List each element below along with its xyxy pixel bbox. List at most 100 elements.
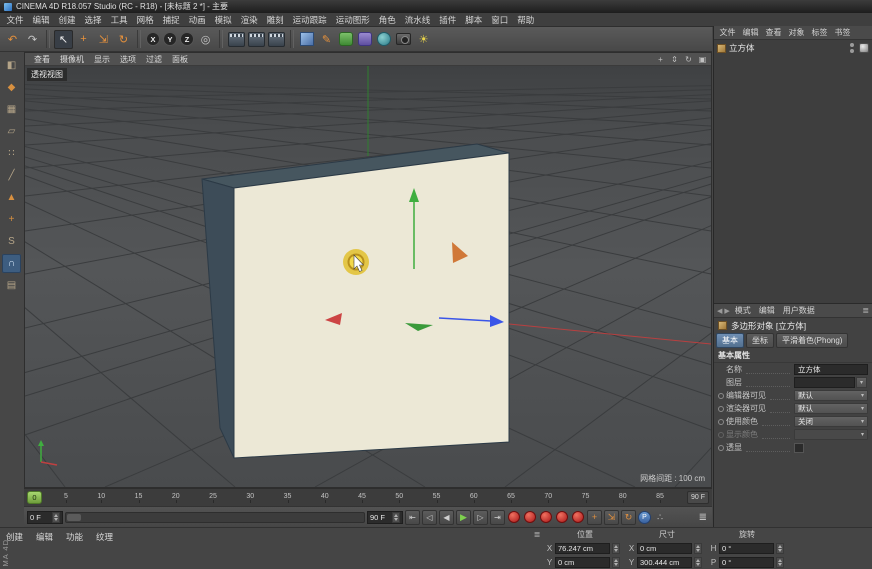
snap-toggle-button[interactable]: ∩ — [2, 254, 21, 273]
spinner-icon[interactable] — [612, 557, 620, 568]
rotation-h-input[interactable]: 0 ° — [719, 543, 774, 554]
position-y-input[interactable]: 0 cm — [555, 557, 610, 568]
phong-tag-icon[interactable] — [859, 43, 869, 53]
size-y-input[interactable]: 300.444 cm — [637, 557, 692, 568]
rotate-view-icon[interactable]: ↻ — [683, 55, 694, 64]
size-x-input[interactable]: 0 cm — [637, 543, 692, 554]
spinner-icon[interactable] — [52, 512, 60, 523]
vp-menu-view[interactable]: 查看 — [29, 54, 55, 65]
timeline-range-slider[interactable] — [65, 512, 365, 523]
spinner-icon[interactable] — [776, 557, 784, 568]
material-menu-edit[interactable]: 编辑 — [36, 531, 53, 543]
am-tab-edit[interactable]: 编辑 — [756, 305, 778, 316]
keyframe-dot-icon[interactable] — [718, 406, 724, 412]
solo-toggle-button[interactable]: S — [2, 232, 21, 251]
use-color-dropdown[interactable]: 关闭 ▾ — [794, 416, 868, 427]
am-menu-icon[interactable]: ≣ — [862, 306, 869, 315]
animate-position-toggle[interactable]: + — [587, 510, 602, 525]
axis-mode-button[interactable]: + — [2, 210, 21, 229]
am-tab-mode[interactable]: 模式 — [732, 305, 754, 316]
om-tab-bookmarks[interactable]: 书签 — [831, 27, 854, 38]
menu-window[interactable]: 窗口 — [487, 14, 513, 26]
om-tab-edit[interactable]: 编辑 — [739, 27, 762, 38]
menu-select[interactable]: 选择 — [80, 14, 106, 26]
record-keyframe-button[interactable] — [508, 511, 520, 523]
renderer-visibility-dropdown[interactable]: 默认 ▾ — [794, 403, 868, 414]
anim-options-button[interactable]: ≣ — [699, 512, 709, 523]
coordinate-system-button[interactable]: ◎ — [196, 30, 215, 49]
vp-menu-panel[interactable]: 面板 — [167, 54, 193, 65]
menu-simulate[interactable]: 模拟 — [210, 14, 236, 26]
material-menu-texture[interactable]: 纹理 — [96, 531, 113, 543]
cube-object[interactable] — [202, 144, 509, 458]
keyframe-dot-icon[interactable] — [718, 445, 724, 451]
record-rotation-toggle[interactable] — [572, 511, 584, 523]
camera-button[interactable] — [396, 33, 411, 45]
cube-front-face[interactable] — [234, 153, 509, 458]
rotate-tool-button[interactable]: ↻ — [114, 30, 133, 49]
z-axis-lock-button[interactable]: Z — [180, 32, 194, 46]
renderer-visibility-dot[interactable] — [850, 49, 854, 53]
menu-plugins[interactable]: 插件 — [435, 14, 461, 26]
maximize-view-icon[interactable]: ▣ — [697, 55, 708, 64]
menu-motion-tracker[interactable]: 运动跟踪 — [288, 14, 331, 26]
render-settings-button[interactable] — [268, 32, 285, 47]
cube-left-face[interactable] — [202, 179, 234, 458]
am-button-phong[interactable]: 平滑着色(Phong) — [776, 333, 848, 348]
perspective-viewport[interactable]: 查看 摄像机 显示 选项 过滤 面板 + ⇕ ↻ ▣ 透视视图 — [24, 52, 712, 488]
am-button-basic[interactable]: 基本 — [716, 333, 744, 348]
material-menu-function[interactable]: 功能 — [66, 531, 83, 543]
primitive-cube-button[interactable] — [300, 32, 314, 46]
om-tab-view[interactable]: 查看 — [762, 27, 785, 38]
name-field[interactable]: 立方体 — [794, 364, 868, 375]
om-tab-objects[interactable]: 对象 — [785, 27, 808, 38]
am-button-coordinates[interactable]: 坐标 — [746, 333, 774, 348]
record-position-toggle[interactable] — [540, 511, 552, 523]
x-axis-lock-button[interactable]: X — [146, 32, 160, 46]
pan-view-icon[interactable]: + — [655, 55, 666, 64]
pla-key-toggle[interactable]: ∴ — [653, 512, 667, 523]
menu-file[interactable]: 文件 — [2, 14, 28, 26]
texture-mode-button[interactable]: ▦ — [2, 100, 21, 119]
object-list-item-cube[interactable]: 立方体 — [714, 40, 872, 56]
workplane-lock-button[interactable]: ▤ — [2, 276, 21, 295]
previous-frame-button[interactable]: ◀ — [439, 510, 454, 525]
menu-script[interactable]: 脚本 — [461, 14, 487, 26]
xray-checkbox[interactable] — [794, 443, 804, 453]
vp-menu-filter[interactable]: 过滤 — [141, 54, 167, 65]
goto-start-button[interactable]: ⇤ — [405, 510, 420, 525]
history-back-icon[interactable]: ◀ — [717, 307, 722, 315]
mograph-button[interactable] — [339, 32, 353, 46]
position-x-input[interactable]: 76.247 cm — [555, 543, 610, 554]
spinner-icon[interactable] — [776, 543, 784, 554]
scale-tool-button[interactable]: ⇲ — [94, 30, 113, 49]
model-mode-button[interactable]: ◆ — [2, 78, 21, 97]
spline-pen-button[interactable]: ✎ — [317, 30, 336, 49]
timeline-playhead[interactable]: 0 — [27, 491, 42, 504]
undo-button[interactable]: ↶ — [3, 30, 22, 49]
am-tab-userdata[interactable]: 用户数据 — [780, 305, 818, 316]
make-editable-button[interactable]: ◧ — [2, 56, 21, 75]
record-scale-toggle[interactable] — [556, 511, 568, 523]
selection-tool-button[interactable]: ↖ — [54, 30, 73, 49]
edges-mode-button[interactable]: ╱ — [2, 166, 21, 185]
workplane-mode-button[interactable]: ▱ — [2, 122, 21, 141]
menu-edit[interactable]: 编辑 — [28, 14, 54, 26]
environment-button[interactable] — [377, 32, 391, 46]
deformer-button[interactable] — [358, 32, 372, 46]
vp-menu-camera[interactable]: 摄像机 — [55, 54, 89, 65]
redo-button[interactable]: ↷ — [23, 30, 42, 49]
coord-menu-icon[interactable]: ≣ — [530, 528, 544, 541]
om-tab-file[interactable]: 文件 — [716, 27, 739, 38]
menu-mesh[interactable]: 网格 — [132, 14, 158, 26]
range-start-value[interactable]: 0 F — [30, 512, 50, 523]
vp-menu-options[interactable]: 选项 — [115, 54, 141, 65]
autokey-toggle[interactable] — [524, 511, 536, 523]
next-frame-button[interactable]: ▷ — [473, 510, 488, 525]
render-picture-viewer-button[interactable] — [248, 32, 265, 47]
light-button[interactable]: ☀ — [414, 30, 433, 49]
editor-visibility-dropdown[interactable]: 默认 ▾ — [794, 390, 868, 401]
animate-scale-toggle[interactable]: ⇲ — [604, 510, 619, 525]
menu-character[interactable]: 角色 — [374, 14, 400, 26]
menu-pipeline[interactable]: 流水线 — [400, 14, 435, 26]
